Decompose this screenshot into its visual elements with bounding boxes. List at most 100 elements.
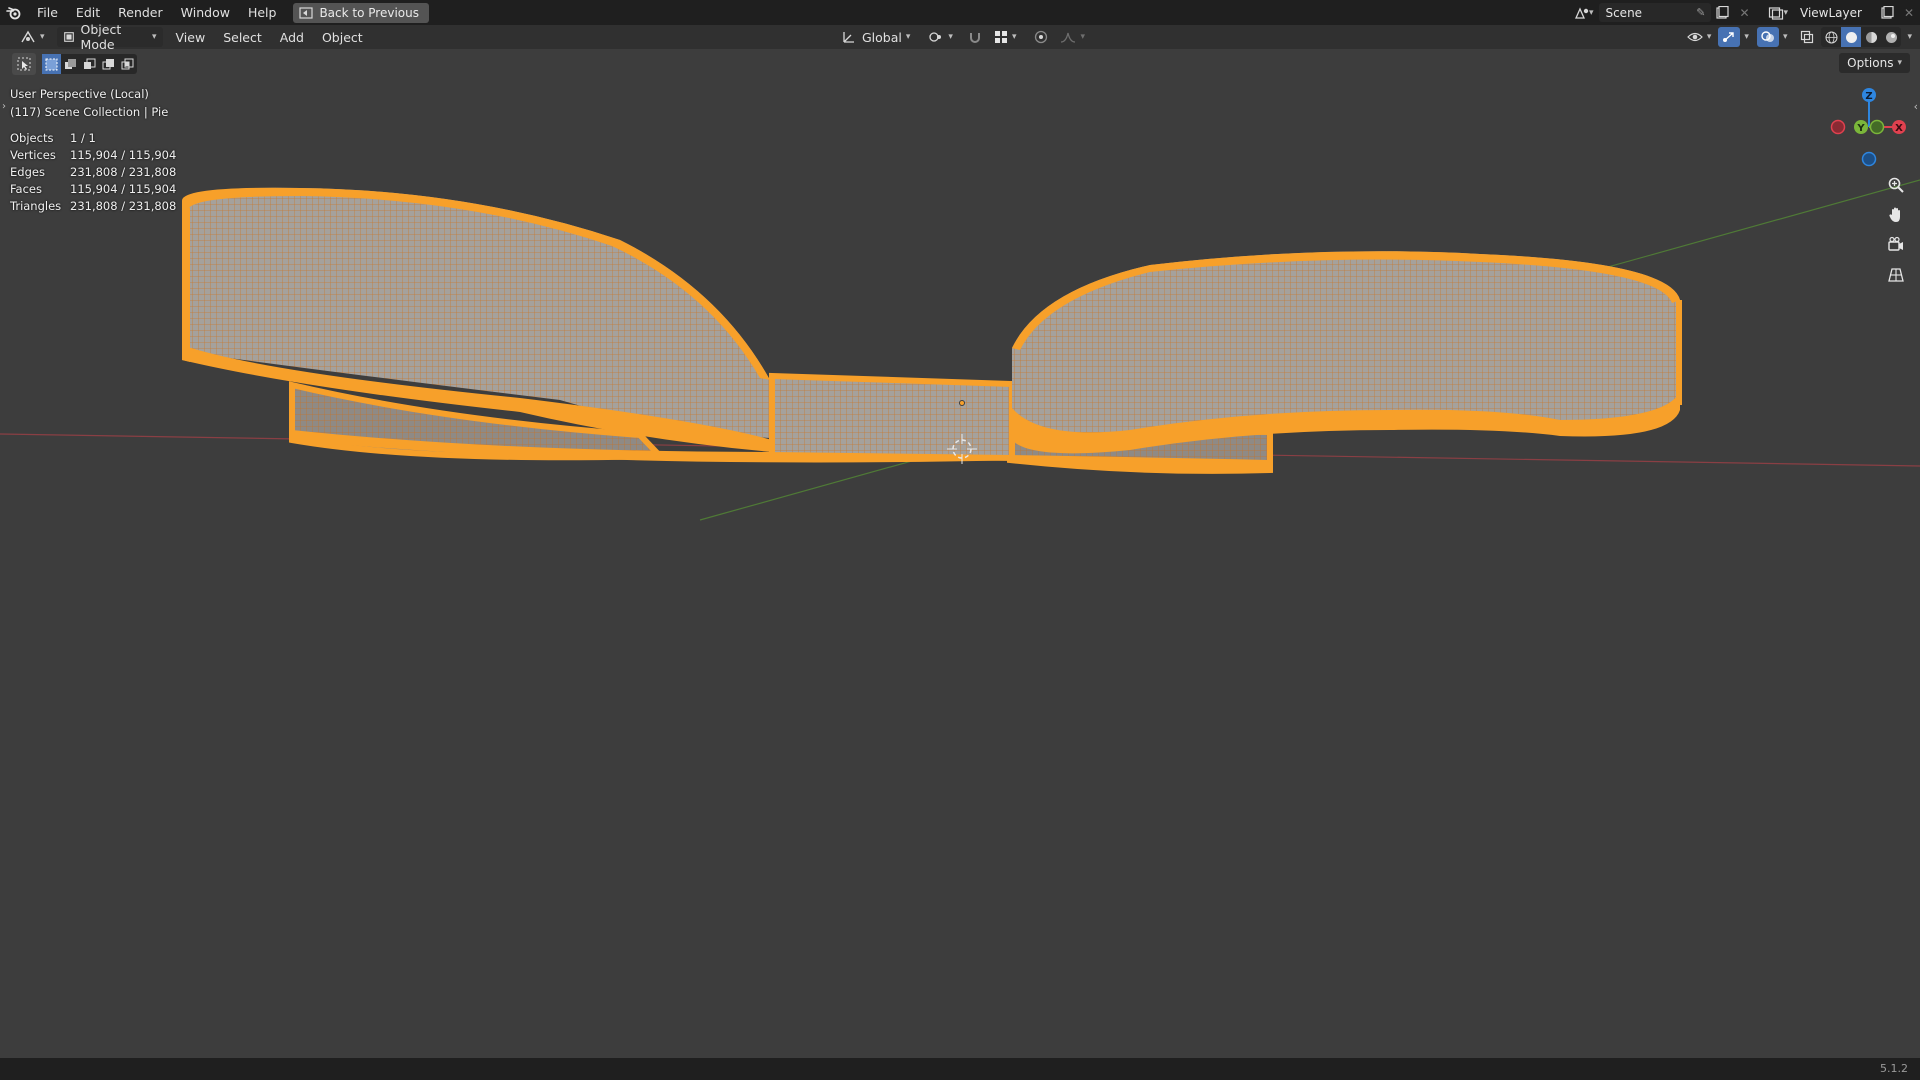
object-mode-dropdown[interactable]: Object Mode ▾ <box>56 22 163 52</box>
object-mode-icon <box>63 32 74 42</box>
overlays-toggle[interactable] <box>1756 27 1779 47</box>
select-invert-icon[interactable] <box>99 54 118 74</box>
orientation-label: Global <box>862 29 902 45</box>
3d-viewport[interactable]: Z Y X <box>0 0 1920 1080</box>
stat-value: 115,904 / 115,904 <box>70 182 177 196</box>
gizmo-neg-y[interactable] <box>1869 119 1885 135</box>
stat-key: Vertices <box>10 148 56 162</box>
stat-key: Faces <box>10 182 42 196</box>
toolbar-toggle-icon[interactable]: › <box>2 101 6 112</box>
stat-row: Edges 231,808 / 231,808 <box>10 164 176 181</box>
chevron-down-icon[interactable]: ▾ <box>1907 32 1912 42</box>
close-scene-icon[interactable]: ✕ <box>1733 3 1755 22</box>
menu-select[interactable]: Select <box>214 25 271 50</box>
editor-type-button[interactable]: ▾ <box>14 27 51 47</box>
zoom-icon[interactable] <box>1884 173 1908 197</box>
snap-toggle[interactable] <box>965 27 985 47</box>
select-subtract-icon[interactable] <box>80 54 99 74</box>
chevron-down-icon[interactable]: ▾ <box>1783 32 1788 42</box>
collection-info: (117) Scene Collection | Pie <box>10 105 169 119</box>
select-intersect-icon[interactable] <box>118 54 137 74</box>
navigation-tools <box>1884 173 1908 287</box>
stat-value: 1 / 1 <box>70 131 96 145</box>
shading-mode-group <box>1821 27 1902 47</box>
view-layer-value: ViewLayer <box>1800 5 1862 20</box>
orientation-icon <box>843 32 854 43</box>
selection-mode-group <box>42 54 137 74</box>
scene-name-value: Scene <box>1605 5 1643 20</box>
gizmo-neg-x[interactable] <box>1830 119 1846 135</box>
menu-view[interactable]: View <box>167 25 215 50</box>
menu-window[interactable]: Window <box>172 0 239 25</box>
gizmo-y-label: Y <box>1856 123 1865 134</box>
visibility-dropdown[interactable]: ▾ <box>1684 27 1715 47</box>
stat-key: Objects <box>10 131 54 145</box>
navigation-gizmo[interactable]: Z Y X <box>1830 88 1907 167</box>
options-label: Options <box>1847 56 1894 70</box>
pie-mesh-object[interactable] <box>182 187 1682 474</box>
object-mode-label: Object Mode <box>80 22 122 52</box>
chevron-down-icon: ▾ <box>1080 32 1085 42</box>
scene-name-field[interactable]: Scene ✎ <box>1599 3 1712 22</box>
select-new-icon[interactable] <box>42 54 61 74</box>
rendered-shading-icon[interactable] <box>1881 31 1901 44</box>
select-extend-icon[interactable] <box>61 54 80 74</box>
viewport-info-overlay: User Perspective (Local) (117) Scene Col… <box>10 85 176 215</box>
chevron-down-icon: ▾ <box>40 32 45 42</box>
stat-key: Edges <box>10 165 45 179</box>
stat-value: 231,808 / 231,808 <box>70 199 177 213</box>
back-to-previous-button[interactable]: Back to Previous <box>293 2 429 23</box>
blender-logo-icon[interactable] <box>0 0 28 25</box>
close-view-layer-icon[interactable]: ✕ <box>1898 3 1920 22</box>
material-shading-icon[interactable] <box>1861 31 1881 44</box>
proportional-edit-toggle[interactable] <box>1031 27 1051 47</box>
view-layer-field[interactable]: ViewLayer <box>1794 3 1876 22</box>
gizmo-z-label: Z <box>1865 91 1872 102</box>
viewport-header: ▾ Object Mode ▾ View Select Add Object G… <box>0 22 1920 52</box>
select-tool-button[interactable] <box>12 53 36 75</box>
version-label: 5.1.2 <box>1880 1062 1908 1075</box>
camera-view-icon[interactable] <box>1884 233 1908 257</box>
blender-window: Z Y X File Edit Render Window Help Back … <box>0 0 1920 1080</box>
new-scene-icon[interactable] <box>1711 3 1733 22</box>
falloff-dropdown[interactable]: ▾ <box>1057 27 1088 47</box>
snap-target-dropdown[interactable]: ▾ <box>991 27 1020 47</box>
xray-toggle[interactable] <box>1797 27 1817 47</box>
top-menu-bar: File Edit Render Window Help Back to Pre… <box>0 0 1920 25</box>
wireframe-shading-icon[interactable] <box>1821 31 1841 44</box>
scene-statistics: Objects 1 / 1 Vertices 115,904 / 115,904… <box>10 130 176 215</box>
orthographic-grid-icon[interactable] <box>1884 263 1908 287</box>
gizmo-toggle[interactable] <box>1718 27 1741 47</box>
options-dropdown[interactable]: Options ▾ <box>1839 53 1910 73</box>
view-name: User Perspective (Local) <box>10 87 149 101</box>
new-view-layer-icon[interactable] <box>1876 3 1898 22</box>
shading-tools: ▾ ▾ ▾ ▾ <box>1684 27 1912 47</box>
pin-icon[interactable]: ✎ <box>1696 6 1705 19</box>
stat-value: 115,904 / 115,904 <box>70 148 177 162</box>
chevron-down-icon: ▾ <box>152 32 157 42</box>
status-bar: 5.1.2 <box>0 1058 1920 1080</box>
topbar-right: ▾ Scene ✎ ✕ ▾ ViewLayer ✕ <box>1571 0 1920 25</box>
menu-file[interactable]: File <box>28 0 67 25</box>
chevron-down-icon: ▾ <box>948 32 953 42</box>
menu-add[interactable]: Add <box>271 25 313 50</box>
chevron-down-icon: ▾ <box>1897 58 1902 68</box>
chevron-down-icon: ▾ <box>1706 32 1712 42</box>
snap-grid-icon <box>994 31 1007 43</box>
menu-help[interactable]: Help <box>239 0 286 25</box>
falloff-icon <box>1061 32 1076 43</box>
chevron-down-icon: ▾ <box>1783 7 1788 18</box>
gizmo-neg-z[interactable] <box>1861 151 1877 167</box>
sidebar-toggle-icon[interactable]: ‹ <box>1914 100 1918 113</box>
stat-row: Objects 1 / 1 <box>10 130 176 147</box>
pivot-icon <box>929 32 942 42</box>
solid-shading-icon[interactable] <box>1841 27 1862 47</box>
menu-object[interactable]: Object <box>313 25 372 50</box>
chevron-down-icon: ▾ <box>905 32 911 42</box>
pan-hand-icon[interactable] <box>1884 203 1908 227</box>
chevron-down-icon[interactable]: ▾ <box>1744 32 1749 42</box>
pivot-point-dropdown[interactable]: ▾ <box>922 27 959 47</box>
stat-value: 231,808 / 231,808 <box>70 165 177 179</box>
transform-orientation-dropdown[interactable]: Global ▾ <box>836 27 916 47</box>
chevron-down-icon: ▾ <box>1588 7 1594 18</box>
